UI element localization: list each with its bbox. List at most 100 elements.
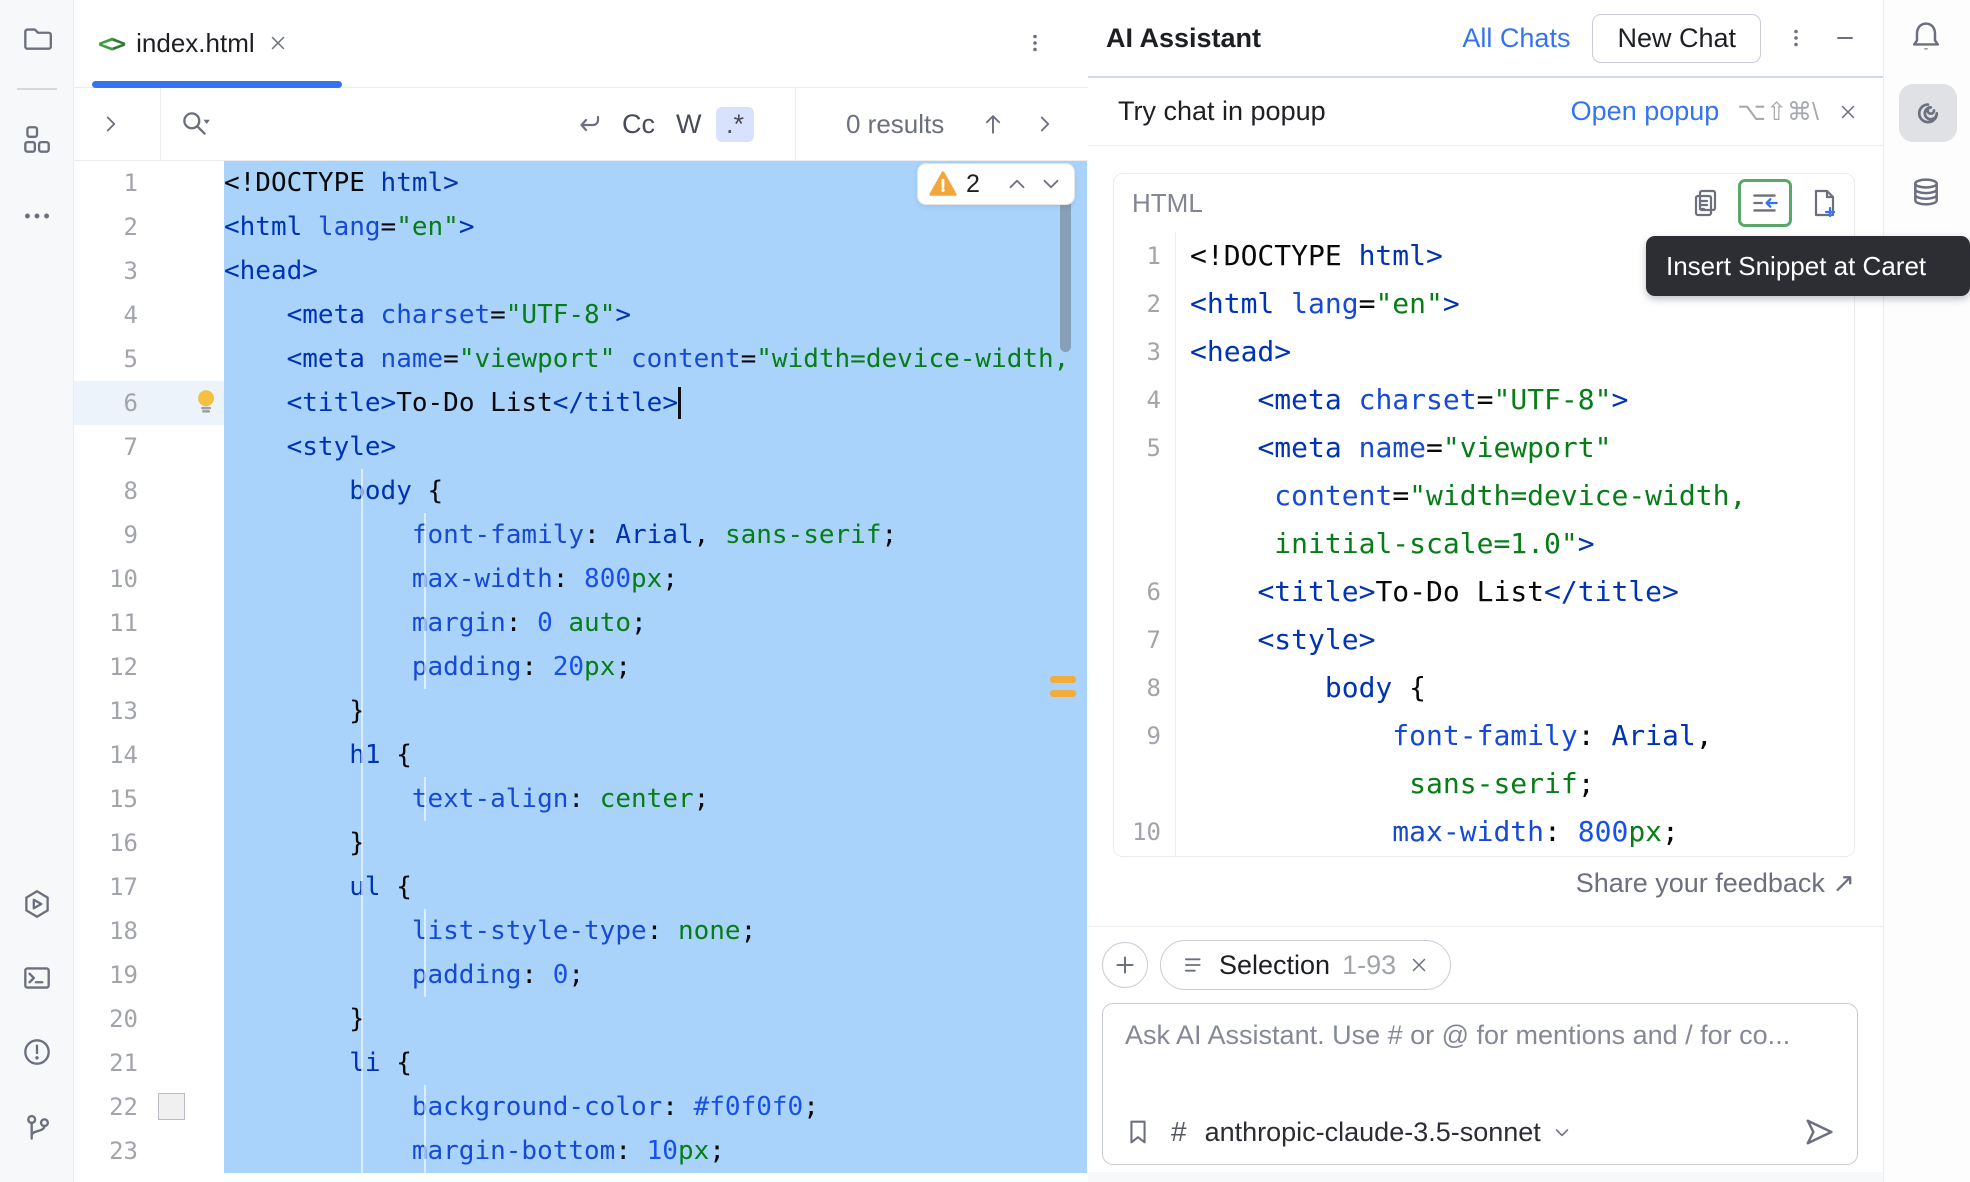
- copy-snippet-icon[interactable]: [1690, 187, 1722, 219]
- code-line[interactable]: 19 padding: 0;: [74, 953, 1087, 997]
- run-services-icon[interactable]: [19, 886, 55, 922]
- ai-swirl-icon: [1910, 95, 1946, 131]
- code-line[interactable]: 23 margin-bottom: 10px;: [74, 1129, 1087, 1173]
- code-line[interactable]: 22 background-color: #f0f0f0;: [74, 1085, 1087, 1129]
- regex-toggle[interactable]: .*: [716, 88, 755, 160]
- notifications-bell-icon[interactable]: [1908, 18, 1944, 54]
- new-chat-button[interactable]: New Chat: [1592, 13, 1761, 63]
- database-icon[interactable]: [1908, 174, 1944, 210]
- folder-icon[interactable]: [19, 19, 55, 55]
- warning-icon: [928, 169, 958, 199]
- version-control-icon[interactable]: [19, 1110, 55, 1146]
- code-line[interactable]: 3 <head>: [74, 249, 1087, 293]
- snippet-code-text: <title>To-Do List</title>: [1257, 575, 1679, 608]
- code-line[interactable]: 5 <meta name="viewport" content="width=d…: [74, 337, 1087, 381]
- problems-icon[interactable]: [19, 1034, 55, 1070]
- code-text: }: [224, 689, 1087, 733]
- more-tools-icon[interactable]: [19, 198, 55, 234]
- gutter-cell: 2: [74, 205, 224, 249]
- line-number: 11: [109, 609, 138, 637]
- prompt-placeholder[interactable]: Ask AI Assistant. Use # or @ for mention…: [1125, 1020, 1835, 1051]
- line-number: 19: [109, 961, 138, 989]
- selection-chip[interactable]: Selection 1-93: [1160, 940, 1452, 990]
- inspection-widget[interactable]: 2: [917, 163, 1075, 205]
- ai-assistant-tool-icon[interactable]: [1899, 84, 1957, 142]
- whole-words-toggle[interactable]: W: [676, 88, 701, 160]
- next-problem-icon[interactable]: [1038, 171, 1064, 197]
- code-editor[interactable]: 1 <!DOCTYPE html> 2 <html lang="en"> 3 <head>…: [74, 161, 1087, 1182]
- snippet-line-number: 2: [1114, 280, 1176, 328]
- snippet-line: 3 <head>: [1114, 328, 1854, 376]
- code-line[interactable]: 11 margin: 0 auto;: [74, 601, 1087, 645]
- match-case-toggle[interactable]: Cc: [622, 88, 655, 160]
- code-line[interactable]: 6 <title>To-Do List</title>: [74, 381, 1087, 425]
- gutter-cell: 1: [74, 161, 224, 205]
- code-text: text-align: center;: [224, 777, 1087, 821]
- all-chats-link[interactable]: All Chats: [1462, 23, 1570, 54]
- intention-lightbulb-icon[interactable]: [192, 386, 222, 418]
- code-line[interactable]: 20 }: [74, 997, 1087, 1041]
- send-icon[interactable]: [1801, 1114, 1837, 1150]
- snippet-header: HTML: [1114, 174, 1854, 232]
- snippet-code-text: initial-scale=1.0">: [1274, 527, 1595, 560]
- editor-scrollbar[interactable]: [1060, 182, 1071, 352]
- code-line[interactable]: 13 }: [74, 689, 1087, 733]
- snippet-code-text: <meta name="viewport": [1257, 431, 1612, 464]
- hash-mention-icon[interactable]: #: [1171, 1116, 1187, 1148]
- snippet-code-text: sans-serif;: [1409, 767, 1595, 800]
- snippet-code-text: content="width=device-width,: [1274, 479, 1747, 512]
- snippet-code-text: body {: [1324, 671, 1427, 704]
- prompt-library-icon[interactable]: [1123, 1117, 1153, 1147]
- code-line[interactable]: 4 <meta charset="UTF-8">: [74, 293, 1087, 337]
- prompt-input-box[interactable]: Ask AI Assistant. Use # or @ for mention…: [1102, 1003, 1858, 1165]
- expand-search-icon[interactable]: [98, 88, 124, 160]
- code-text: <meta name="viewport" content="width=dev…: [224, 337, 1087, 381]
- tab-close-icon[interactable]: [267, 32, 289, 54]
- line-number: 7: [123, 433, 138, 461]
- minimize-panel-icon[interactable]: [1831, 24, 1859, 52]
- code-text: <style>: [224, 425, 1087, 469]
- code-text: list-style-type: none;: [224, 909, 1087, 953]
- search-icon[interactable]: [178, 88, 212, 160]
- terminal-icon[interactable]: [19, 960, 55, 996]
- newline-toggle-icon[interactable]: [572, 88, 604, 160]
- insert-snippet-at-caret-icon[interactable]: [1738, 179, 1792, 227]
- code-line[interactable]: 12 padding: 20px;: [74, 645, 1087, 689]
- selection-chip-close-icon[interactable]: [1408, 954, 1430, 976]
- line-number: 22: [109, 1093, 138, 1121]
- code-line[interactable]: 8 body {: [74, 469, 1087, 513]
- model-selector[interactable]: anthropic-claude-3.5-sonnet: [1205, 1117, 1573, 1148]
- right-tool-rail: [1883, 0, 1970, 1182]
- banner-close-icon[interactable]: [1837, 101, 1859, 123]
- gutter-cell: 5: [74, 337, 224, 381]
- tab-options-kebab-icon[interactable]: [1022, 26, 1048, 60]
- code-line[interactable]: 7 <style>: [74, 425, 1087, 469]
- context-chip-row: Selection 1-93: [1102, 940, 1452, 990]
- add-context-button[interactable]: [1102, 942, 1148, 988]
- code-text: padding: 0;: [224, 953, 1087, 997]
- color-preview-swatch[interactable]: [158, 1093, 185, 1120]
- line-number: 12: [109, 653, 138, 681]
- snippet-code-text: font-family: Arial,: [1392, 719, 1713, 752]
- code-line[interactable]: 14 h1 {: [74, 733, 1087, 777]
- gutter-cell: 17: [74, 865, 224, 909]
- code-line[interactable]: 16 }: [74, 821, 1087, 865]
- previous-problem-icon[interactable]: [1004, 171, 1030, 197]
- gutter-cell: 4: [74, 293, 224, 337]
- code-line[interactable]: 21 li {: [74, 1041, 1087, 1085]
- next-match-icon[interactable]: [1032, 88, 1058, 160]
- create-file-icon[interactable]: [1808, 187, 1840, 219]
- panel-options-kebab-icon[interactable]: [1783, 21, 1809, 55]
- code-line[interactable]: 10 max-width: 800px;: [74, 557, 1087, 601]
- open-popup-link[interactable]: Open popup: [1571, 96, 1720, 127]
- code-line[interactable]: 15 text-align: center;: [74, 777, 1087, 821]
- code-line[interactable]: 18 list-style-type: none;: [74, 909, 1087, 953]
- code-line[interactable]: 17 ul {: [74, 865, 1087, 909]
- tab-index-html[interactable]: <> index.html: [92, 0, 295, 86]
- share-feedback-link[interactable]: Share your feedback ↗: [1576, 868, 1855, 899]
- previous-match-icon[interactable]: [979, 88, 1007, 160]
- code-line[interactable]: 9 font-family: Arial, sans-serif;: [74, 513, 1087, 557]
- code-line[interactable]: 2 <html lang="en">: [74, 205, 1087, 249]
- model-name: anthropic-claude-3.5-sonnet: [1204, 1116, 1541, 1147]
- structure-icon[interactable]: [19, 122, 55, 158]
